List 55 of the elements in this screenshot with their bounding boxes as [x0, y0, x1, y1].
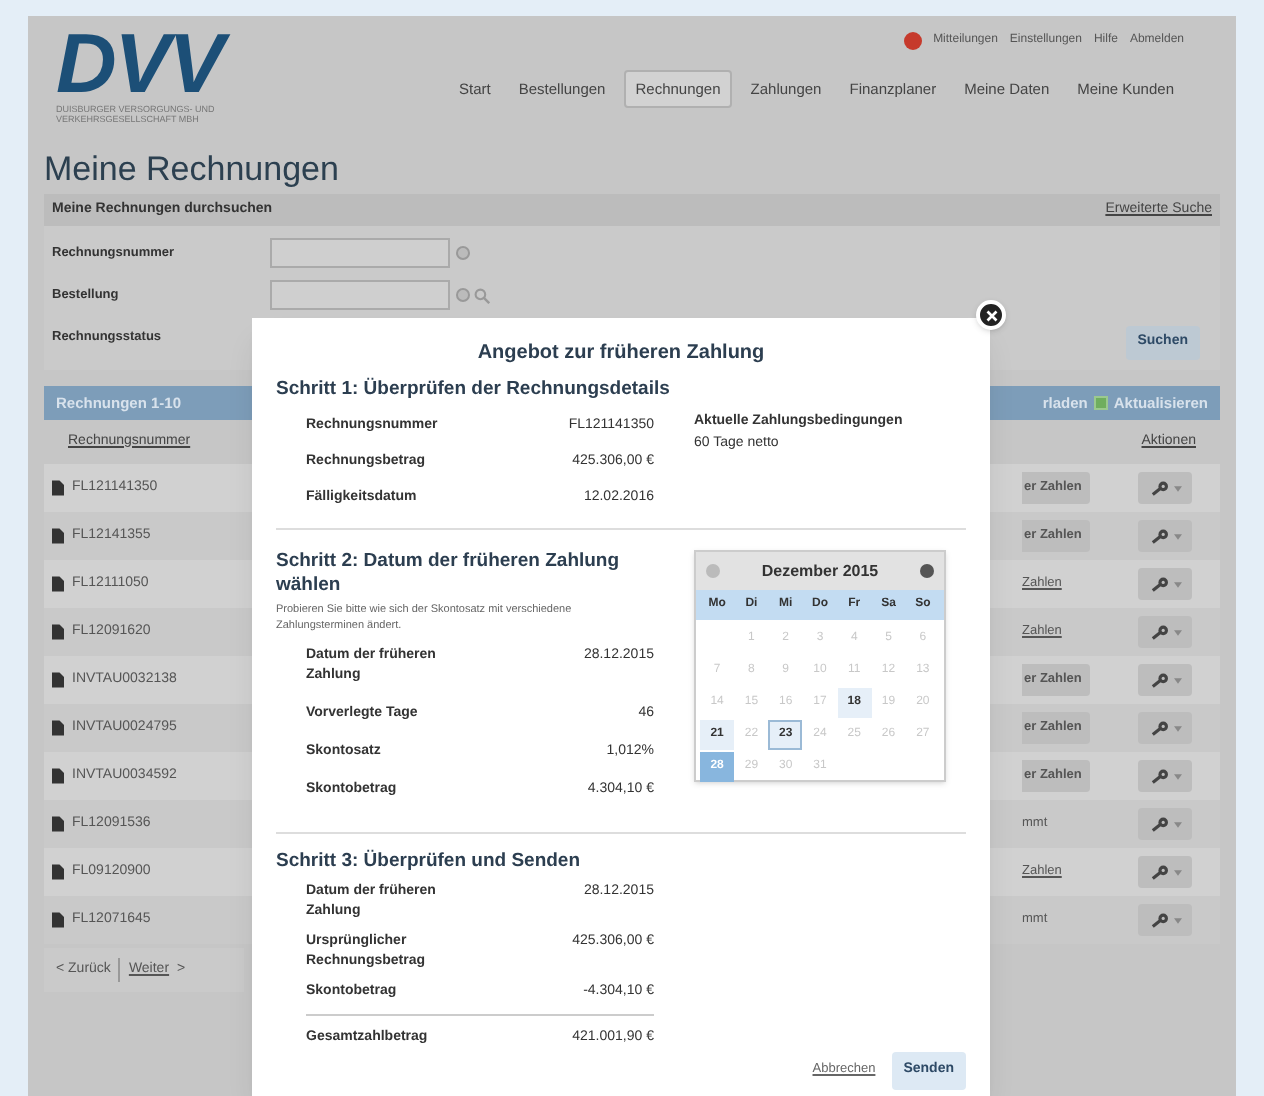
input-field[interactable]: [270, 238, 450, 268]
actions-button[interactable]: [1138, 664, 1192, 696]
caret-icon: [1173, 677, 1181, 683]
key-icon: [1149, 864, 1169, 880]
key-icon: [1149, 480, 1169, 496]
key-icon: [1149, 816, 1169, 832]
key-icon: [1149, 624, 1169, 640]
caret-icon: [1173, 725, 1181, 731]
caret-icon: [1173, 485, 1181, 491]
key-icon: [1149, 672, 1169, 688]
actions-button[interactable]: [1138, 712, 1192, 744]
document-icon: [52, 912, 64, 928]
notification-icon: [903, 32, 922, 50]
actions-button[interactable]: [1138, 520, 1192, 552]
document-icon: [52, 720, 64, 736]
caret-icon: [1173, 581, 1181, 587]
month-title: Dezember 2015: [761, 559, 879, 583]
key-icon: [1149, 912, 1169, 928]
step-heading: Schritt 2: Datum der früheren Zahlung wählen: [276, 550, 622, 598]
document-icon: [52, 480, 64, 496]
document-icon: [52, 624, 64, 640]
actions-button[interactable]: [1138, 856, 1192, 888]
key-icon: [1149, 720, 1169, 736]
key-icon: [1149, 768, 1169, 784]
input-field[interactable]: [270, 280, 450, 310]
caret-icon: [1173, 917, 1181, 923]
key-icon: [1149, 528, 1169, 544]
document-icon: [52, 864, 64, 880]
actions-button[interactable]: [1138, 616, 1192, 648]
close-icon: [985, 309, 997, 321]
document-icon: [52, 576, 64, 592]
document-icon: [52, 816, 64, 832]
info-icon: [456, 288, 470, 302]
refresh-icon: [1093, 396, 1108, 410]
actions-button[interactable]: [1138, 808, 1192, 840]
caret-icon: [1173, 629, 1181, 635]
actions-button[interactable]: [1138, 760, 1192, 792]
logo: DVV: [56, 24, 344, 104]
actions-button[interactable]: [1138, 472, 1192, 504]
caret-icon: [1173, 533, 1181, 539]
key-icon: [1149, 576, 1169, 592]
actions-button[interactable]: [1138, 568, 1192, 600]
modal-title: Angebot zur früheren Zahlung: [475, 340, 767, 368]
document-icon: [52, 528, 64, 544]
document-icon: [52, 672, 64, 688]
page-title: Meine Rechnungen: [44, 148, 341, 188]
actions-button[interactable]: [1138, 904, 1192, 936]
caret-icon: [1173, 821, 1181, 827]
step-heading: Schritt 1: Überprüfen der Rechnungsdetails: [276, 378, 672, 402]
caret-icon: [1173, 773, 1181, 779]
step-heading: Schritt 3: Überprüfen und Senden: [276, 850, 583, 874]
next-month-icon[interactable]: [919, 564, 934, 578]
info-icon: [456, 246, 470, 260]
caret-icon: [1173, 869, 1181, 875]
document-icon: [52, 768, 64, 784]
